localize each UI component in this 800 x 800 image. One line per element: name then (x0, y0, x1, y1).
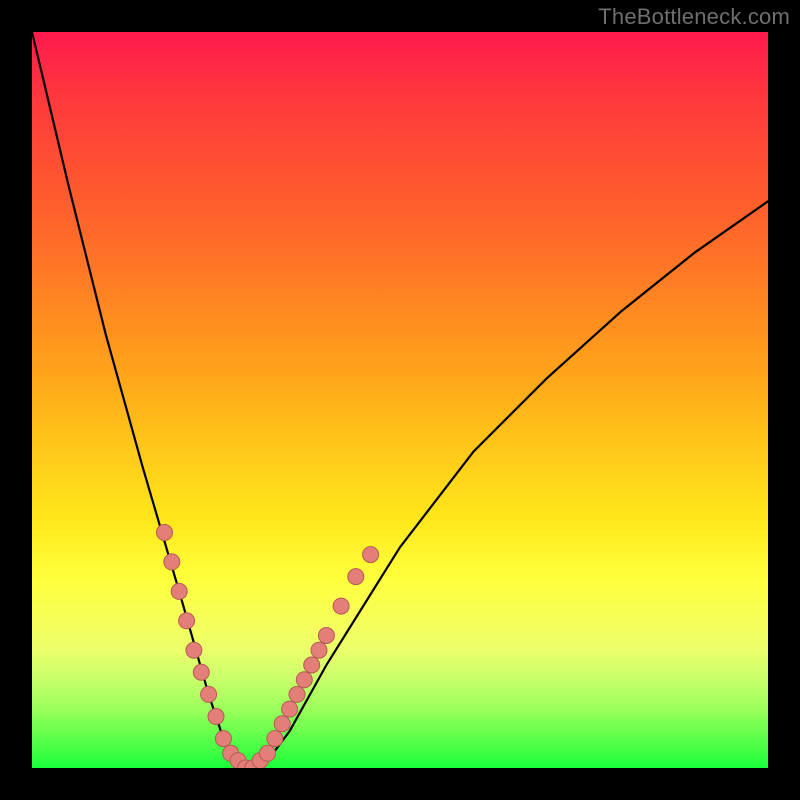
bottleneck-curve (32, 32, 768, 768)
marker-dot (311, 642, 327, 658)
marker-dot (186, 642, 202, 658)
marker-dot (333, 598, 349, 614)
marker-dot (215, 731, 231, 747)
marker-dot (201, 686, 217, 702)
marker-dot (296, 672, 312, 688)
marker-dot (282, 701, 298, 717)
marker-dot (304, 657, 320, 673)
marker-dot (193, 664, 209, 680)
chart-frame: TheBottleneck.com (0, 0, 800, 800)
watermark-label: TheBottleneck.com (598, 4, 790, 30)
marker-dot (164, 554, 180, 570)
marker-dot (171, 583, 187, 599)
marker-dot (363, 547, 379, 563)
marker-dot (289, 686, 305, 702)
curve-svg (32, 32, 768, 768)
marker-dot (318, 628, 334, 644)
marker-dot (267, 731, 283, 747)
marker-dot (260, 745, 276, 761)
marker-group (157, 525, 379, 769)
marker-dot (208, 709, 224, 725)
curve-group (32, 32, 768, 768)
marker-dot (274, 716, 290, 732)
marker-dot (157, 525, 173, 541)
marker-dot (179, 613, 195, 629)
plot-area (32, 32, 768, 768)
marker-dot (348, 569, 364, 585)
